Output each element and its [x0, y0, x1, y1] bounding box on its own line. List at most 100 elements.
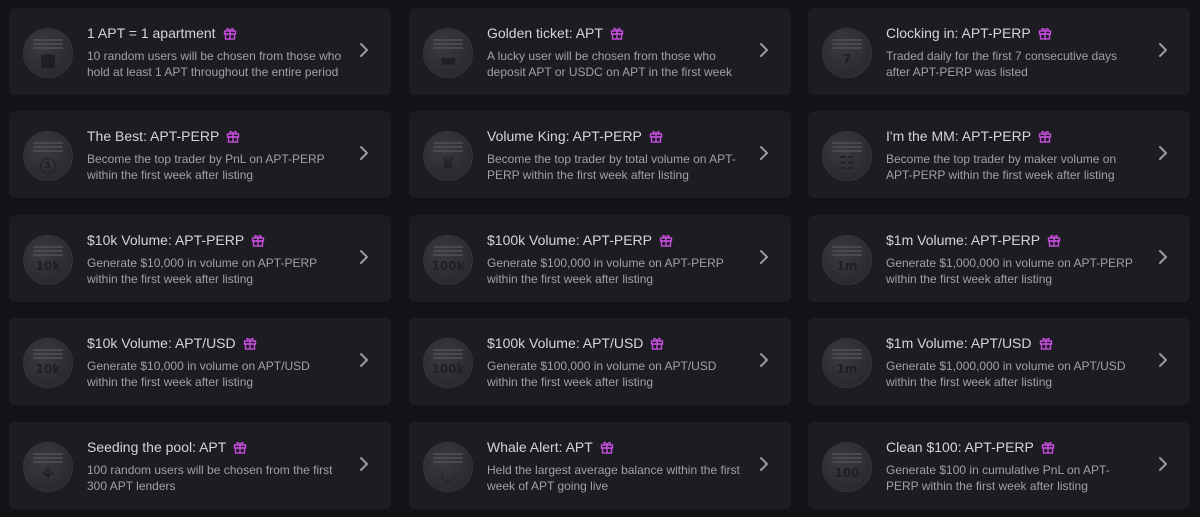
achievement-card[interactable]: ■ 1 APT = 1 apartment 10 random users will… [9, 8, 391, 95]
achievement-description: Held the largest average balance within … [487, 463, 740, 493]
achievement-card[interactable]: ☷ I'm the MM: APT-PERP Become the top trad… [808, 111, 1190, 198]
achievement-title-row: I'm the MM: APT-PERP [886, 128, 1052, 144]
badge-stripes [832, 246, 862, 256]
achievement-title: I'm the MM: APT-PERP [886, 128, 1032, 144]
achievement-card[interactable]: ⚘ Seeding the pool: APT 100 random users w… [9, 422, 391, 509]
badge-stripes [832, 349, 862, 359]
achievement-card[interactable]: 1m $1m Volume: APT-PERP Generate $1,000,00… [808, 215, 1190, 302]
badge-glyph: ☷ [838, 153, 856, 174]
gift-icon [651, 337, 664, 350]
chevron-right-icon[interactable] [757, 352, 771, 368]
chevron-right-icon[interactable] [1156, 249, 1170, 265]
achievement-title: $10k Volume: APT-PERP [87, 232, 245, 248]
gift-icon [1047, 234, 1061, 247]
achievement-description: Become the top trader by total volume on… [487, 152, 736, 182]
volume-10k-icon: 10k [23, 235, 73, 285]
chevron-right-icon[interactable] [357, 249, 371, 265]
achievement-description: Become the top trader by maker volume on… [886, 152, 1117, 182]
badge-stripes [33, 246, 63, 256]
badge-glyph: 100k [431, 362, 465, 376]
badge-stripes [33, 142, 63, 152]
achievement-title-row: $10k Volume: APT/USD [87, 335, 257, 351]
achievement-title: $1m Volume: APT-PERP [886, 232, 1041, 248]
chevron-right-icon[interactable] [357, 352, 371, 368]
volume-100k-icon: 100k [423, 235, 473, 285]
achievement-title-row: The Best: APT-PERP [87, 128, 240, 144]
chevron-right-icon[interactable] [1156, 145, 1170, 161]
gift-icon [234, 441, 247, 454]
badge-stripes [433, 349, 463, 359]
gift-icon [252, 234, 265, 247]
achievement-card[interactable]: ▬ Golden ticket: APT A lucky user will be … [409, 8, 791, 95]
achievement-card[interactable]: 1 The Best: APT-PERP Become the top trader… [9, 111, 391, 198]
gift-icon [223, 27, 236, 40]
achievement-description: 100 random users will be chosen from the… [87, 463, 333, 493]
chevron-right-icon[interactable] [757, 456, 771, 472]
chevron-right-icon[interactable] [357, 42, 371, 58]
achievement-title: The Best: APT-PERP [87, 128, 220, 144]
achievement-card[interactable]: 10k $10k Volume: APT/USD Generate $10,000 … [9, 318, 391, 405]
badge-stripes [433, 246, 463, 256]
achievement-title: Golden ticket: APT [487, 25, 603, 41]
ticket-icon: ▬ [423, 28, 473, 78]
badge-stripes [433, 142, 463, 152]
badge-stripes [832, 39, 862, 49]
achievement-card[interactable]: 100 Clean $100: APT-PERP Generate $100 in … [808, 422, 1190, 509]
achievement-description: 10 random users will be chosen from thos… [87, 49, 342, 79]
achievement-title: $100k Volume: APT/USD [487, 335, 644, 351]
whale-icon: ◡ [423, 442, 473, 492]
achievement-title-row: $10k Volume: APT-PERP [87, 232, 265, 248]
gift-icon [610, 27, 624, 40]
achievement-description: Generate $1,000,000 in volume on APT/USD… [886, 359, 1126, 389]
achievement-title: 1 APT = 1 apartment [87, 25, 216, 41]
rank-one-icon: 1 [23, 131, 73, 181]
gift-icon [1039, 337, 1052, 350]
badge-stripes [832, 453, 862, 463]
chevron-right-icon[interactable] [357, 456, 371, 472]
achievement-description: Generate $100,000 in volume on APT-PERP … [487, 256, 724, 286]
achievement-title-row: $100k Volume: APT/USD [487, 335, 664, 351]
achievement-card[interactable]: 1m $1m Volume: APT/USD Generate $1,000,000… [808, 318, 1190, 405]
achievement-title-row: 1 APT = 1 apartment [87, 25, 237, 41]
gift-icon [659, 234, 673, 247]
achievement-card[interactable]: 100k $100k Volume: APT-PERP Generate $100,… [409, 215, 791, 302]
badge-stripes [33, 39, 63, 49]
chevron-right-icon[interactable] [357, 145, 371, 161]
achievement-title-row: Clocking in: APT-PERP [886, 25, 1052, 41]
achievement-title-row: Whale Alert: APT [487, 439, 614, 455]
achievement-title-row: Volume King: APT-PERP [487, 128, 663, 144]
achievement-title: $100k Volume: APT-PERP [487, 232, 652, 248]
badge-glyph: 1m [836, 259, 858, 273]
achievement-description: Generate $100 in cumulative PnL on APT-P… [886, 463, 1110, 493]
chevron-right-icon[interactable] [1156, 456, 1170, 472]
badge-stripes [33, 349, 63, 359]
volume-100k-icon: 100k [423, 338, 473, 388]
achievement-title-row: Seeding the pool: APT [87, 439, 247, 455]
achievement-description: Generate $1,000,000 in volume on APT-PER… [886, 256, 1133, 286]
achievement-card[interactable]: ♛ Volume King: APT-PERP Become the top tra… [409, 111, 791, 198]
achievement-card[interactable]: ◡ Whale Alert: APT Held the largest averag… [409, 422, 791, 509]
achievement-card[interactable]: 100k $100k Volume: APT/USD Generate $100,0… [409, 318, 791, 405]
sprout-icon: ⚘ [23, 442, 73, 492]
chevron-right-icon[interactable] [1156, 42, 1170, 58]
gift-icon [600, 441, 614, 454]
achievement-description: Become the top trader by PnL on APT-PERP… [87, 152, 325, 182]
achievement-title: Whale Alert: APT [487, 439, 593, 455]
achievement-description: Generate $100,000 in volume on APT/USD w… [487, 359, 717, 389]
badge-glyph: 10k [35, 362, 61, 376]
pnl-100-icon: 100 [822, 442, 872, 492]
achievement-card[interactable]: 7 Clocking in: APT-PERP Traded daily for t… [808, 8, 1190, 95]
badge-stripes [433, 39, 463, 49]
achievement-description: A lucky user will be chosen from those w… [487, 49, 733, 79]
achievement-title: Seeding the pool: APT [87, 439, 227, 455]
chevron-right-icon[interactable] [757, 42, 771, 58]
chevron-right-icon[interactable] [1156, 352, 1170, 368]
chevron-right-icon[interactable] [757, 249, 771, 265]
chevron-right-icon[interactable] [757, 145, 771, 161]
achievement-title-row: $1m Volume: APT-PERP [886, 232, 1061, 248]
achievements-grid: ■ 1 APT = 1 apartment 10 random users will… [0, 0, 1200, 517]
achievement-description: Traded daily for the first 7 consecutive… [886, 49, 1117, 79]
achievement-card[interactable]: 10k $10k Volume: APT-PERP Generate $10,000… [9, 215, 391, 302]
volume-1m-icon: 1m [822, 235, 872, 285]
badge-glyph: ▬ [439, 50, 457, 71]
